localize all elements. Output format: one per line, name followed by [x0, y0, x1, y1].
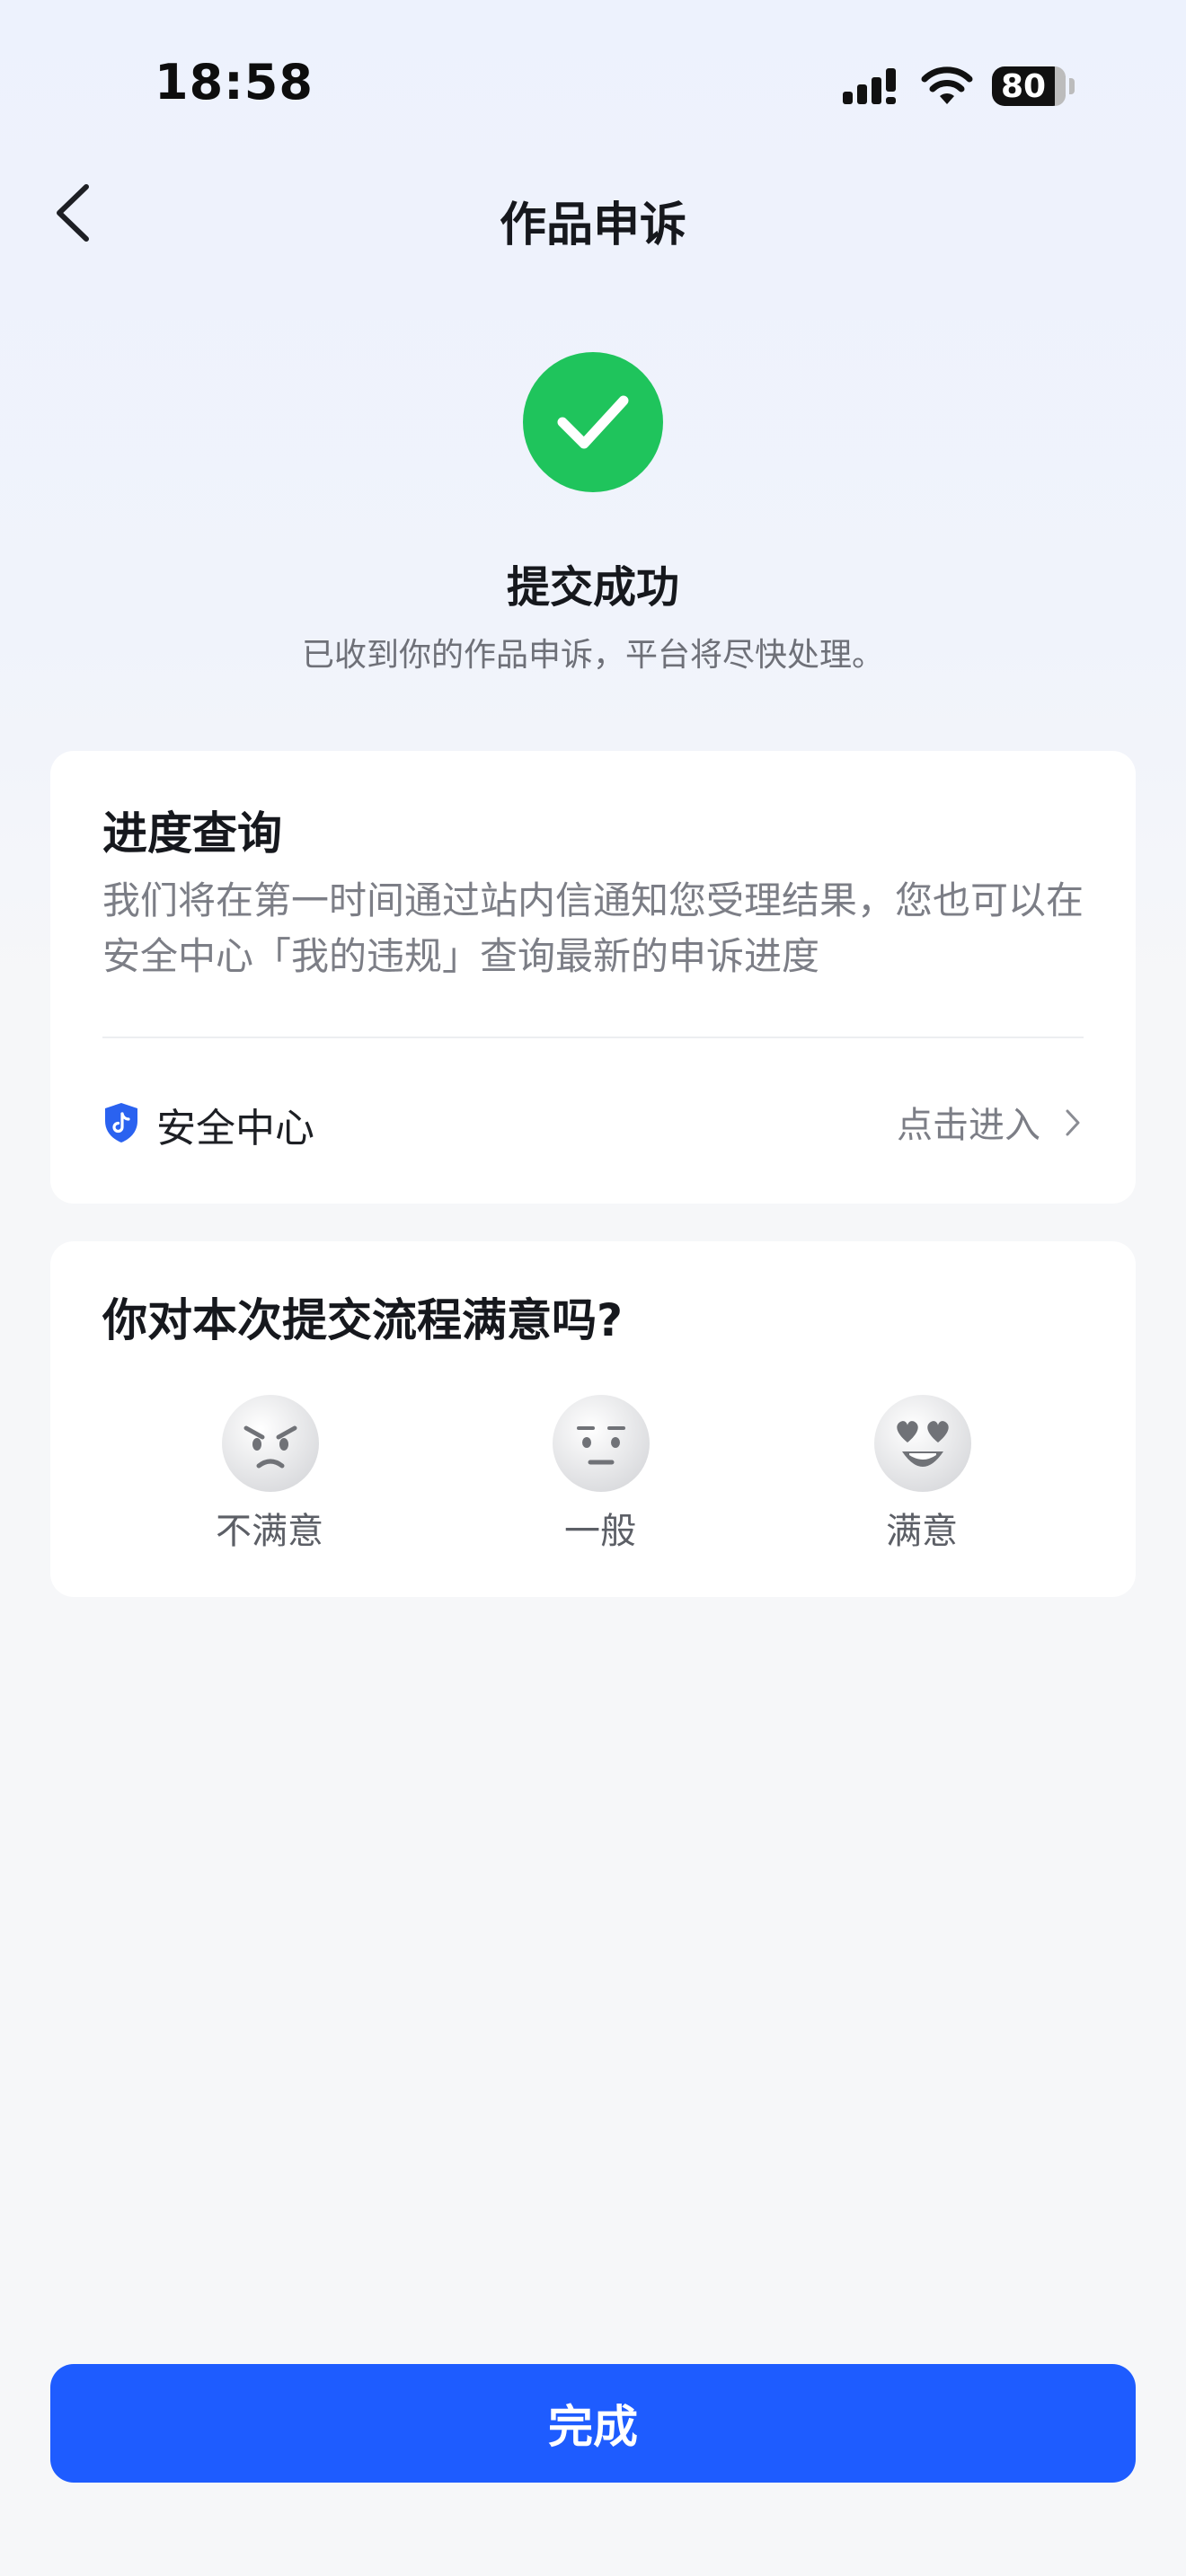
status-time: 18:58	[155, 54, 314, 110]
battery-tip	[1069, 78, 1075, 94]
security-center-label: 安全中心	[156, 1106, 314, 1151]
rating-dissatisfied[interactable]: 不满意	[189, 1392, 350, 1563]
satisfaction-card: 你对本次提交流程满意吗? 不满意 一般 满意	[50, 1241, 1136, 1597]
progress-card: 进度查询 我们将在第一时间通过站内信通知您受理结果，您也可以在安全中心「我的违规…	[50, 751, 1136, 1204]
wifi-icon	[921, 66, 973, 104]
heart-eyes-face-icon	[874, 1395, 971, 1492]
success-badge	[523, 352, 663, 492]
survey-question: 你对本次提交流程满意吗?	[102, 1294, 624, 1346]
rating-neutral[interactable]: 一般	[519, 1392, 681, 1563]
success-title: 提交成功	[506, 562, 679, 613]
battery-level: 80	[1000, 68, 1047, 105]
done-button[interactable]: 完成	[50, 2364, 1136, 2483]
signal-icon	[843, 68, 896, 104]
check-icon	[557, 395, 629, 449]
angry-face-icon	[222, 1395, 319, 1492]
chevron-right-icon	[1066, 1109, 1080, 1136]
rating-label: 满意	[886, 1511, 958, 1552]
status-bar: 18:58 80	[0, 0, 1186, 135]
neutral-face-icon	[553, 1395, 650, 1492]
enter-link-label: 点击进入	[897, 1105, 1040, 1146]
shield-icon	[105, 1103, 137, 1142]
battery-icon: 80	[992, 66, 1066, 106]
success-subtitle: 已收到你的作品申诉，平台将尽快处理。	[301, 637, 884, 674]
progress-title: 进度查询	[102, 807, 282, 860]
rating-label: 一般	[564, 1511, 636, 1552]
page-title: 作品申诉	[499, 198, 686, 252]
progress-description: 我们将在第一时间通过站内信通知您受理结果，您也可以在安全中心「我的违规」查询最新…	[102, 878, 1084, 978]
rating-label: 不满意	[216, 1511, 323, 1552]
security-center-link[interactable]: 安全中心 点击进入	[50, 1038, 1136, 1204]
rating-satisfied[interactable]: 满意	[841, 1392, 1003, 1563]
